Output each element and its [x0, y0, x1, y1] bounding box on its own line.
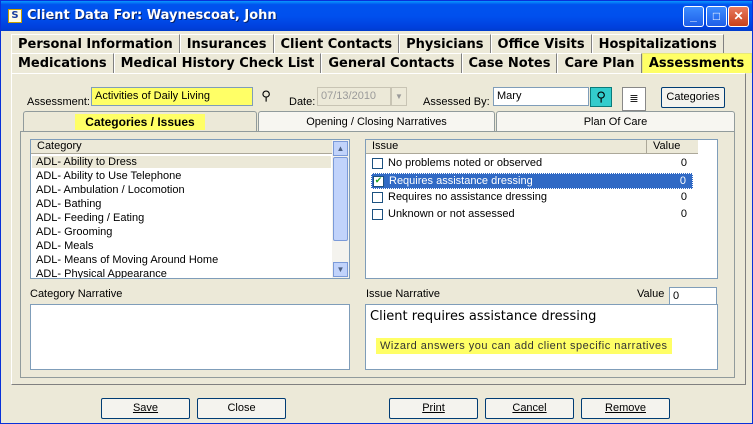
client-data-window: S Client Data For: Waynescoat, John _ □ … [0, 0, 753, 424]
list-item[interactable]: ADL- Ambulation / Locomotion [36, 184, 185, 196]
binoculars-icon[interactable]: ⚲ [255, 87, 277, 107]
table-row[interactable]: No problems noted or observed 0 [371, 156, 693, 172]
tab-physicians[interactable]: Physicians [399, 34, 491, 54]
issue-checkbox-checked[interactable]: ✔ [373, 176, 384, 187]
tab-hospitalizations[interactable]: Hospitalizations [591, 34, 724, 54]
print-button[interactable]: Print [389, 398, 478, 419]
issue-label: No problems noted or observed [388, 157, 543, 169]
issue-label: Unknown or not assessed [388, 208, 515, 220]
issue-list[interactable]: Issue Value No problems noted or observe… [365, 139, 718, 279]
list-item[interactable]: ADL- Grooming [36, 226, 112, 238]
list-item[interactable]: ADL- Bathing [36, 198, 101, 210]
assessed-by-field[interactable]: Mary [493, 87, 589, 106]
minimize-button[interactable]: _ [683, 6, 704, 27]
date-field[interactable]: 07/13/2010 [317, 87, 391, 106]
issue-value: 0 [679, 175, 686, 187]
value-field[interactable]: 0 [669, 287, 717, 305]
table-row[interactable]: ✔ Requires assistance dressing 0 [371, 173, 693, 189]
save-button[interactable]: Save [101, 398, 190, 419]
close-button[interactable]: Close [197, 398, 286, 419]
maximize-button[interactable]: □ [706, 6, 727, 27]
category-narrative-label: Category Narrative [30, 288, 123, 300]
document-icon: S [8, 9, 22, 23]
assessment-field[interactable]: Activities of Daily Living [91, 87, 253, 106]
close-window-button[interactable]: ✕ [728, 6, 749, 27]
scroll-down-icon[interactable]: ▼ [333, 262, 348, 277]
tab-personal-information[interactable]: Personal Information [11, 34, 180, 54]
print-label: Print [422, 402, 445, 414]
subtab-plan-of-care[interactable]: Plan Of Care [496, 111, 735, 132]
issue-narrative-label: Issue Narrative [366, 288, 440, 300]
category-scrollbar[interactable]: ▲ ▼ [332, 140, 349, 278]
issue-column-header: Issue [366, 140, 646, 154]
issue-checkbox[interactable] [372, 209, 383, 220]
list-item[interactable]: ADL- Physical Appearance [36, 268, 167, 278]
subtab-opening-closing-narratives[interactable]: Opening / Closing Narratives [258, 111, 495, 132]
list-item[interactable]: ADL- Meals [36, 240, 93, 252]
wizard-note: Wizard answers you can add client specif… [376, 338, 672, 354]
categories-button[interactable]: Categories [661, 87, 725, 108]
table-row[interactable]: Requires no assistance dressing 0 [371, 190, 693, 206]
cancel-button[interactable]: Cancel [485, 398, 574, 419]
issue-narrative-textarea[interactable]: Client requires assistance dressing Wiza… [365, 304, 718, 370]
cancel-label: Cancel [512, 402, 547, 414]
list-item[interactable]: ADL- Ability to Use Telephone [36, 170, 181, 182]
list-item[interactable]: ADL- Means of Moving Around Home [36, 254, 218, 266]
scroll-up-icon[interactable]: ▲ [333, 141, 348, 156]
issue-label: Requires assistance dressing [389, 175, 533, 187]
title-bar[interactable]: S Client Data For: Waynescoat, John _ □ … [1, 1, 752, 31]
table-row[interactable]: Unknown or not assessed 0 [371, 207, 693, 223]
tab-case-notes[interactable]: Case Notes [461, 53, 558, 73]
date-dropdown-icon[interactable]: ▼ [391, 87, 407, 106]
issue-checkbox[interactable] [372, 158, 383, 169]
tab-office-visits[interactable]: Office Visits [490, 34, 592, 54]
notes-icon[interactable]: ≣ [622, 87, 646, 111]
list-item[interactable]: ADL- Ability to Dress [32, 156, 331, 168]
category-list[interactable]: Category ADL- Ability to Dress ADL- Abil… [30, 139, 350, 279]
binoculars-icon[interactable]: ⚲ [590, 87, 612, 107]
assessed-by-label: Assessed By: [423, 96, 490, 108]
value-label: Value [637, 288, 665, 300]
tab-assessments[interactable]: Assessments [641, 53, 752, 73]
close-label: Close [227, 402, 256, 414]
tab-row-1: Personal Information Insurances Client C… [11, 34, 724, 54]
date-label: Date: [289, 96, 316, 108]
tab-medications[interactable]: Medications [11, 53, 114, 73]
save-label: Save [132, 402, 159, 414]
subtab-categories-issues[interactable]: Categories / Issues [23, 111, 257, 132]
tab-medical-history[interactable]: Medical History Check List [113, 53, 322, 73]
scroll-thumb[interactable] [333, 157, 348, 241]
list-item[interactable]: ADL- Feeding / Eating [36, 212, 144, 224]
issue-value: 0 [680, 208, 687, 220]
subtab-categories-issues-label: Categories / Issues [75, 114, 205, 130]
issue-label: Requires no assistance dressing [388, 191, 547, 203]
remove-label: Remove [605, 402, 646, 414]
value-column-header: Value [646, 140, 698, 154]
remove-button[interactable]: Remove [581, 398, 670, 419]
tab-general-contacts[interactable]: General Contacts [321, 53, 462, 73]
category-column-header: Category [31, 140, 332, 154]
tab-insurances[interactable]: Insurances [179, 34, 274, 54]
issue-narrative-text: Client requires assistance dressing [370, 309, 597, 324]
category-narrative-textarea[interactable] [30, 304, 350, 370]
tab-client-contacts[interactable]: Client Contacts [273, 34, 400, 54]
window-title: Client Data For: Waynescoat, John [27, 8, 277, 23]
issue-checkbox[interactable] [372, 192, 383, 203]
issue-value: 0 [680, 157, 687, 169]
tab-row-2: Medications Medical History Check List G… [11, 53, 752, 73]
assessment-label: Assessment: [27, 96, 90, 108]
issue-value: 0 [680, 191, 687, 203]
tab-care-plan[interactable]: Care Plan [557, 53, 642, 73]
